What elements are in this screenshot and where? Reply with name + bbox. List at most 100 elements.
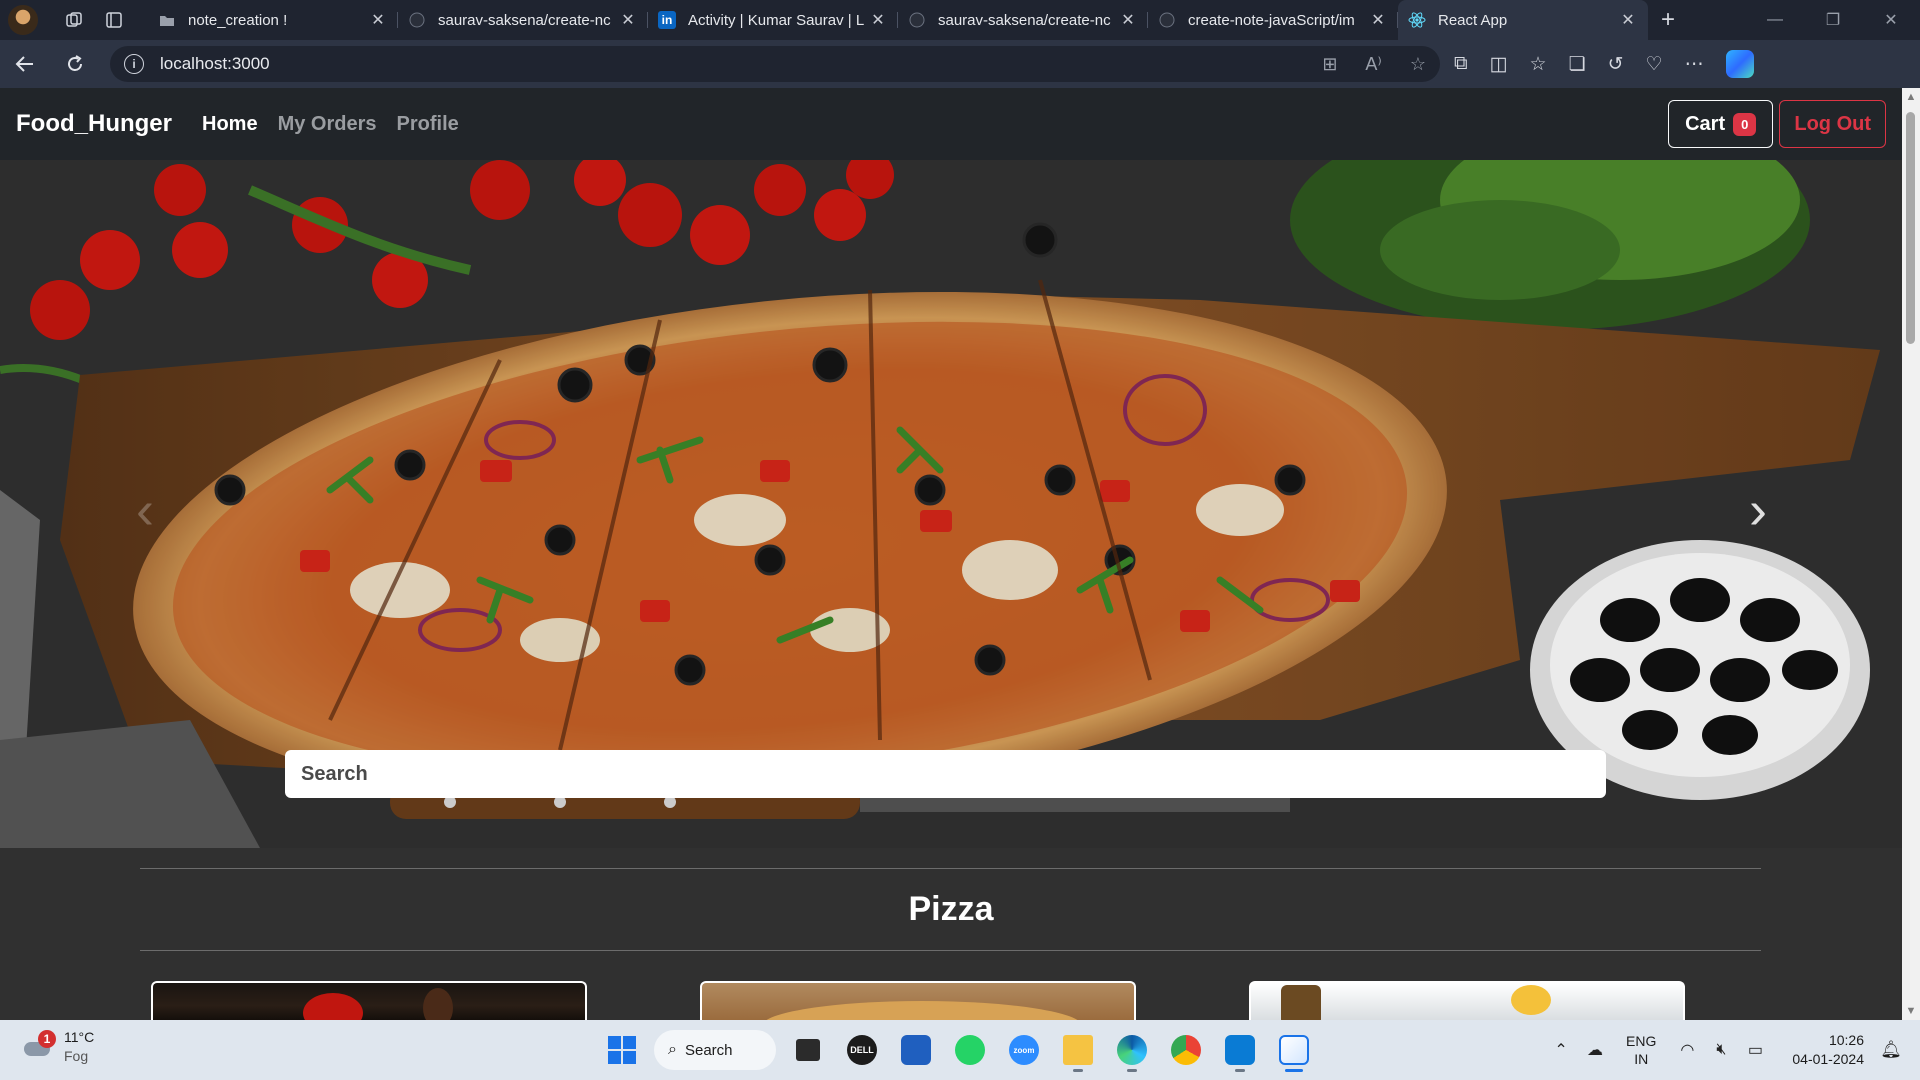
food-card-image bbox=[303, 993, 363, 1021]
tab-strip: note_creation ! ✕ saurav-saksena/create-… bbox=[148, 0, 1688, 40]
scroll-up-icon[interactable]: ▲ bbox=[1902, 88, 1920, 106]
extensions-icon[interactable]: ⧉ bbox=[1454, 53, 1468, 75]
search-icon: ⌕ bbox=[668, 1041, 677, 1058]
food-card-image bbox=[762, 1001, 1082, 1021]
collections-icon[interactable]: ❏ bbox=[1569, 53, 1586, 76]
weather-widget[interactable]: 1 11°C Fog bbox=[20, 1028, 94, 1066]
tab-title: React App bbox=[1438, 11, 1508, 29]
refresh-icon[interactable] bbox=[50, 40, 100, 88]
browser-tab[interactable]: note_creation ! ✕ bbox=[148, 0, 398, 40]
close-icon[interactable]: ✕ bbox=[618, 10, 638, 30]
microsoft-store-icon[interactable] bbox=[894, 1028, 938, 1072]
more-options-icon[interactable]: ⋯ bbox=[1685, 53, 1704, 76]
windows-start-icon[interactable] bbox=[600, 1028, 644, 1072]
snipping-tool-icon[interactable] bbox=[1272, 1028, 1316, 1072]
whatsapp-icon[interactable] bbox=[948, 1028, 992, 1072]
browser-essentials-icon[interactable]: ♡ bbox=[1646, 53, 1663, 76]
food-card-image bbox=[1511, 985, 1551, 1015]
favorite-star-icon[interactable]: ☆ bbox=[1410, 54, 1426, 75]
tab-title: saurav-saksena/create-nc bbox=[938, 11, 1111, 29]
cart-button[interactable]: Cart 0 bbox=[1668, 100, 1774, 148]
browser-tab[interactable]: saurav-saksena/create-nc ✕ bbox=[898, 0, 1148, 40]
window-controls: — ❐ ✕ bbox=[1746, 0, 1920, 40]
history-icon[interactable]: ↺ bbox=[1608, 53, 1624, 76]
zoom-icon[interactable]: zoom bbox=[1002, 1028, 1046, 1072]
taskbar-search-button[interactable]: ⌕ Search bbox=[654, 1030, 776, 1070]
scroll-thumb[interactable] bbox=[1906, 112, 1915, 344]
url-text[interactable]: localhost:3000 bbox=[160, 54, 1322, 74]
app-available-icon[interactable]: ⊞ bbox=[1322, 54, 1337, 75]
split-screen-icon[interactable]: ◫ bbox=[1490, 53, 1508, 76]
search-input[interactable] bbox=[285, 750, 1606, 798]
close-icon[interactable]: ✕ bbox=[368, 10, 388, 30]
favorites-icon[interactable]: ☆ bbox=[1530, 53, 1547, 76]
react-icon bbox=[1408, 11, 1426, 29]
wifi-icon[interactable]: ◠ bbox=[1670, 1040, 1704, 1060]
vscode-icon[interactable] bbox=[1218, 1028, 1262, 1072]
tab-title: saurav-saksena/create-nc bbox=[438, 11, 611, 29]
taskbar-search-label: Search bbox=[684, 1041, 733, 1059]
language-line1: ENG bbox=[1626, 1033, 1657, 1049]
github-icon bbox=[408, 11, 426, 29]
carousel-next-icon[interactable]: › bbox=[1728, 480, 1788, 540]
food-card[interactable] bbox=[151, 981, 587, 1021]
weather-alert-badge: 1 bbox=[38, 1030, 56, 1048]
linkedin-icon: in bbox=[658, 11, 676, 29]
onedrive-cloud-icon[interactable]: ☁ bbox=[1578, 1040, 1612, 1060]
fog-cloud-icon: 1 bbox=[20, 1030, 56, 1060]
back-icon[interactable] bbox=[0, 40, 50, 88]
site-info-icon[interactable]: i bbox=[124, 54, 144, 74]
minimize-icon[interactable]: — bbox=[1746, 0, 1804, 40]
notification-bell-icon[interactable]: 🔔︎ bbox=[1876, 1040, 1906, 1060]
browser-tab[interactable]: in Activity | Kumar Saurav | L ✕ bbox=[648, 0, 898, 40]
browser-tab[interactable]: saurav-saksena/create-nc ✕ bbox=[398, 0, 648, 40]
food-card-image bbox=[423, 988, 453, 1021]
address-toolbar: i localhost:3000 ⊞ A⁾ ☆ ⧉ ◫ ☆ ❏ ↺ ♡ ⋯ bbox=[0, 40, 1920, 88]
system-tray: ⌃ ☁ ENG IN ◠ 🔇︎ ▭ 10:26 04-01-2024 🔔︎ bbox=[1544, 1020, 1920, 1080]
close-icon[interactable]: ✕ bbox=[868, 10, 888, 30]
speaker-muted-icon[interactable]: 🔇︎ bbox=[1704, 1041, 1738, 1059]
dell-icon[interactable]: DELL bbox=[840, 1028, 884, 1072]
carousel-prev-icon[interactable]: ‹ bbox=[115, 480, 175, 540]
battery-icon[interactable]: ▭ bbox=[1738, 1040, 1772, 1060]
close-icon[interactable]: ✕ bbox=[1118, 10, 1138, 30]
windows-taskbar: 1 11°C Fog ⌕ Search DELL zoom ⌃ ☁ ENG IN… bbox=[0, 1020, 1920, 1080]
show-hidden-icons-icon[interactable]: ⌃ bbox=[1544, 1040, 1578, 1060]
browser-tab[interactable]: create-note-javaScript/im ✕ bbox=[1148, 0, 1398, 40]
edge-browser-icon[interactable] bbox=[1110, 1028, 1154, 1072]
copilot-icon[interactable] bbox=[1725, 50, 1754, 78]
close-icon[interactable]: ✕ bbox=[1618, 10, 1638, 30]
window-close-icon[interactable]: ✕ bbox=[1862, 0, 1920, 40]
browser-tab-bar: note_creation ! ✕ saurav-saksena/create-… bbox=[0, 0, 1920, 40]
page-scrollbar[interactable]: ▲ ▼ bbox=[1902, 88, 1920, 1020]
task-view-icon[interactable] bbox=[786, 1028, 830, 1072]
chrome-icon[interactable] bbox=[1164, 1028, 1208, 1072]
browser-tab-active[interactable]: React App ✕ bbox=[1398, 0, 1648, 40]
system-clock[interactable]: 10:26 04-01-2024 bbox=[1792, 1031, 1864, 1069]
read-aloud-icon[interactable]: A⁾ bbox=[1365, 54, 1381, 75]
new-tab-button[interactable]: + bbox=[1648, 0, 1688, 40]
nav-profile-link[interactable]: Profile bbox=[397, 113, 459, 136]
pizza-hero-image bbox=[0, 160, 1902, 848]
brand-logo[interactable]: Food_Hunger bbox=[16, 110, 172, 138]
url-bar[interactable]: i localhost:3000 ⊞ A⁾ ☆ bbox=[110, 46, 1440, 82]
logout-button[interactable]: Log Out bbox=[1779, 100, 1886, 148]
file-explorer-icon[interactable] bbox=[1056, 1028, 1100, 1072]
nav-home-link[interactable]: Home bbox=[202, 113, 258, 136]
food-card[interactable] bbox=[1249, 981, 1685, 1021]
weather-condition: Fog bbox=[64, 1048, 89, 1064]
food-card-image bbox=[1281, 985, 1321, 1021]
language-indicator[interactable]: ENG IN bbox=[1626, 1032, 1656, 1068]
close-icon[interactable]: ✕ bbox=[1368, 10, 1388, 30]
food-card[interactable] bbox=[700, 981, 1136, 1021]
github-icon bbox=[908, 11, 926, 29]
tab-title: create-note-javaScript/im bbox=[1188, 11, 1355, 29]
browser-profile-avatar[interactable] bbox=[8, 5, 38, 35]
section-divider-top bbox=[140, 868, 1761, 869]
scroll-down-icon[interactable]: ▼ bbox=[1902, 1002, 1920, 1020]
restore-icon[interactable]: ❐ bbox=[1804, 0, 1862, 40]
vertical-tabs-icon[interactable] bbox=[94, 0, 134, 40]
workspaces-icon[interactable] bbox=[54, 0, 94, 40]
nav-my-orders-link[interactable]: My Orders bbox=[278, 113, 377, 136]
weather-temp: 11°C bbox=[64, 1029, 95, 1045]
